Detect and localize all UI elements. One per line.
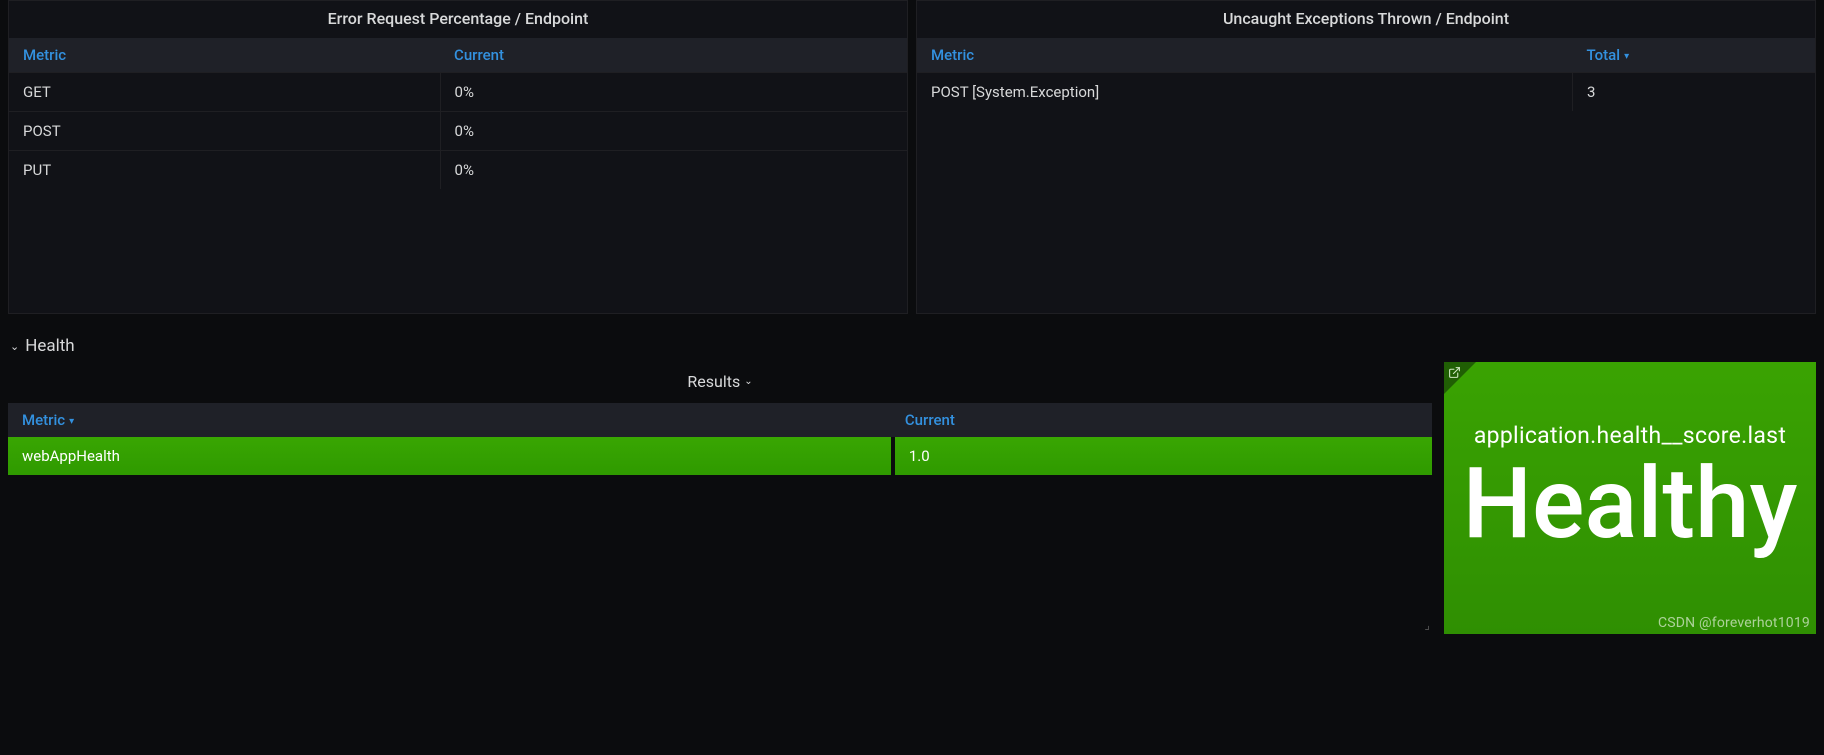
panel-title[interactable]: Results ⌄ (8, 362, 1432, 403)
watermark: CSDN @foreverhot1019 (1658, 615, 1810, 631)
column-header-current[interactable]: Current (891, 403, 1432, 437)
chevron-down-icon: ⌄ (744, 376, 752, 387)
cell-value: 3 (1573, 73, 1815, 112)
column-header-total[interactable]: Total▾ (1573, 38, 1815, 73)
panel-title: Error Request Percentage / Endpoint (9, 1, 907, 38)
table-row[interactable]: GET 0% (9, 73, 907, 112)
panel-title: Uncaught Exceptions Thrown / Endpoint (917, 1, 1815, 38)
chevron-down-icon: ▾ (69, 416, 74, 427)
panel-results[interactable]: Results ⌄ Metric▾ Current webAppHealth 1… (8, 362, 1432, 634)
top-row: Error Request Percentage / Endpoint Metr… (0, 0, 1824, 314)
panel-health-score[interactable]: application.health__score.last Healthy C… (1444, 362, 1816, 634)
cell-value: 0% (440, 73, 907, 112)
cell-value: 1.0 (891, 437, 1432, 475)
table-row[interactable]: POST [System.Exception] 3 (917, 73, 1815, 112)
table-row[interactable]: webAppHealth 1.0 (8, 437, 1432, 475)
column-header-current[interactable]: Current (440, 38, 907, 73)
panel-uncaught-exceptions[interactable]: Uncaught Exceptions Thrown / Endpoint Me… (916, 0, 1816, 314)
cell-value: 0% (440, 151, 907, 190)
column-header-metric[interactable]: Metric (917, 38, 1573, 73)
exceptions-table: Metric Total▾ POST [System.Exception] 3 (917, 38, 1815, 111)
chevron-down-icon: ▾ (1624, 51, 1629, 62)
error-pct-table: Metric Current GET 0% POST 0% PUT (9, 38, 907, 189)
stat-value: Healthy (1463, 455, 1798, 553)
external-link-icon[interactable] (1448, 366, 1461, 383)
cell-metric: PUT (9, 151, 440, 190)
results-table: Metric▾ Current webAppHealth 1.0 (8, 403, 1432, 475)
section-label: Health (25, 336, 74, 356)
cell-value: 0% (440, 112, 907, 151)
section-header-health[interactable]: ⌄ Health (0, 314, 1824, 362)
bottom-row: Results ⌄ Metric▾ Current webAppHealth 1… (0, 362, 1824, 634)
cell-metric: GET (9, 73, 440, 112)
panel-error-request-percentage[interactable]: Error Request Percentage / Endpoint Metr… (8, 0, 908, 314)
table-row[interactable]: PUT 0% (9, 151, 907, 190)
resize-handle-icon[interactable]: ⌟ (1424, 618, 1430, 632)
stat-metric-label: application.health__score.last (1474, 422, 1786, 449)
dashboard-root: Error Request Percentage / Endpoint Metr… (0, 0, 1824, 755)
column-header-metric[interactable]: Metric (9, 38, 440, 73)
cell-metric: webAppHealth (8, 437, 891, 475)
cell-metric: POST (9, 112, 440, 151)
table-row[interactable]: POST 0% (9, 112, 907, 151)
chevron-down-icon: ⌄ (10, 340, 19, 353)
cell-metric: POST [System.Exception] (917, 73, 1573, 112)
column-header-metric[interactable]: Metric▾ (8, 403, 891, 437)
